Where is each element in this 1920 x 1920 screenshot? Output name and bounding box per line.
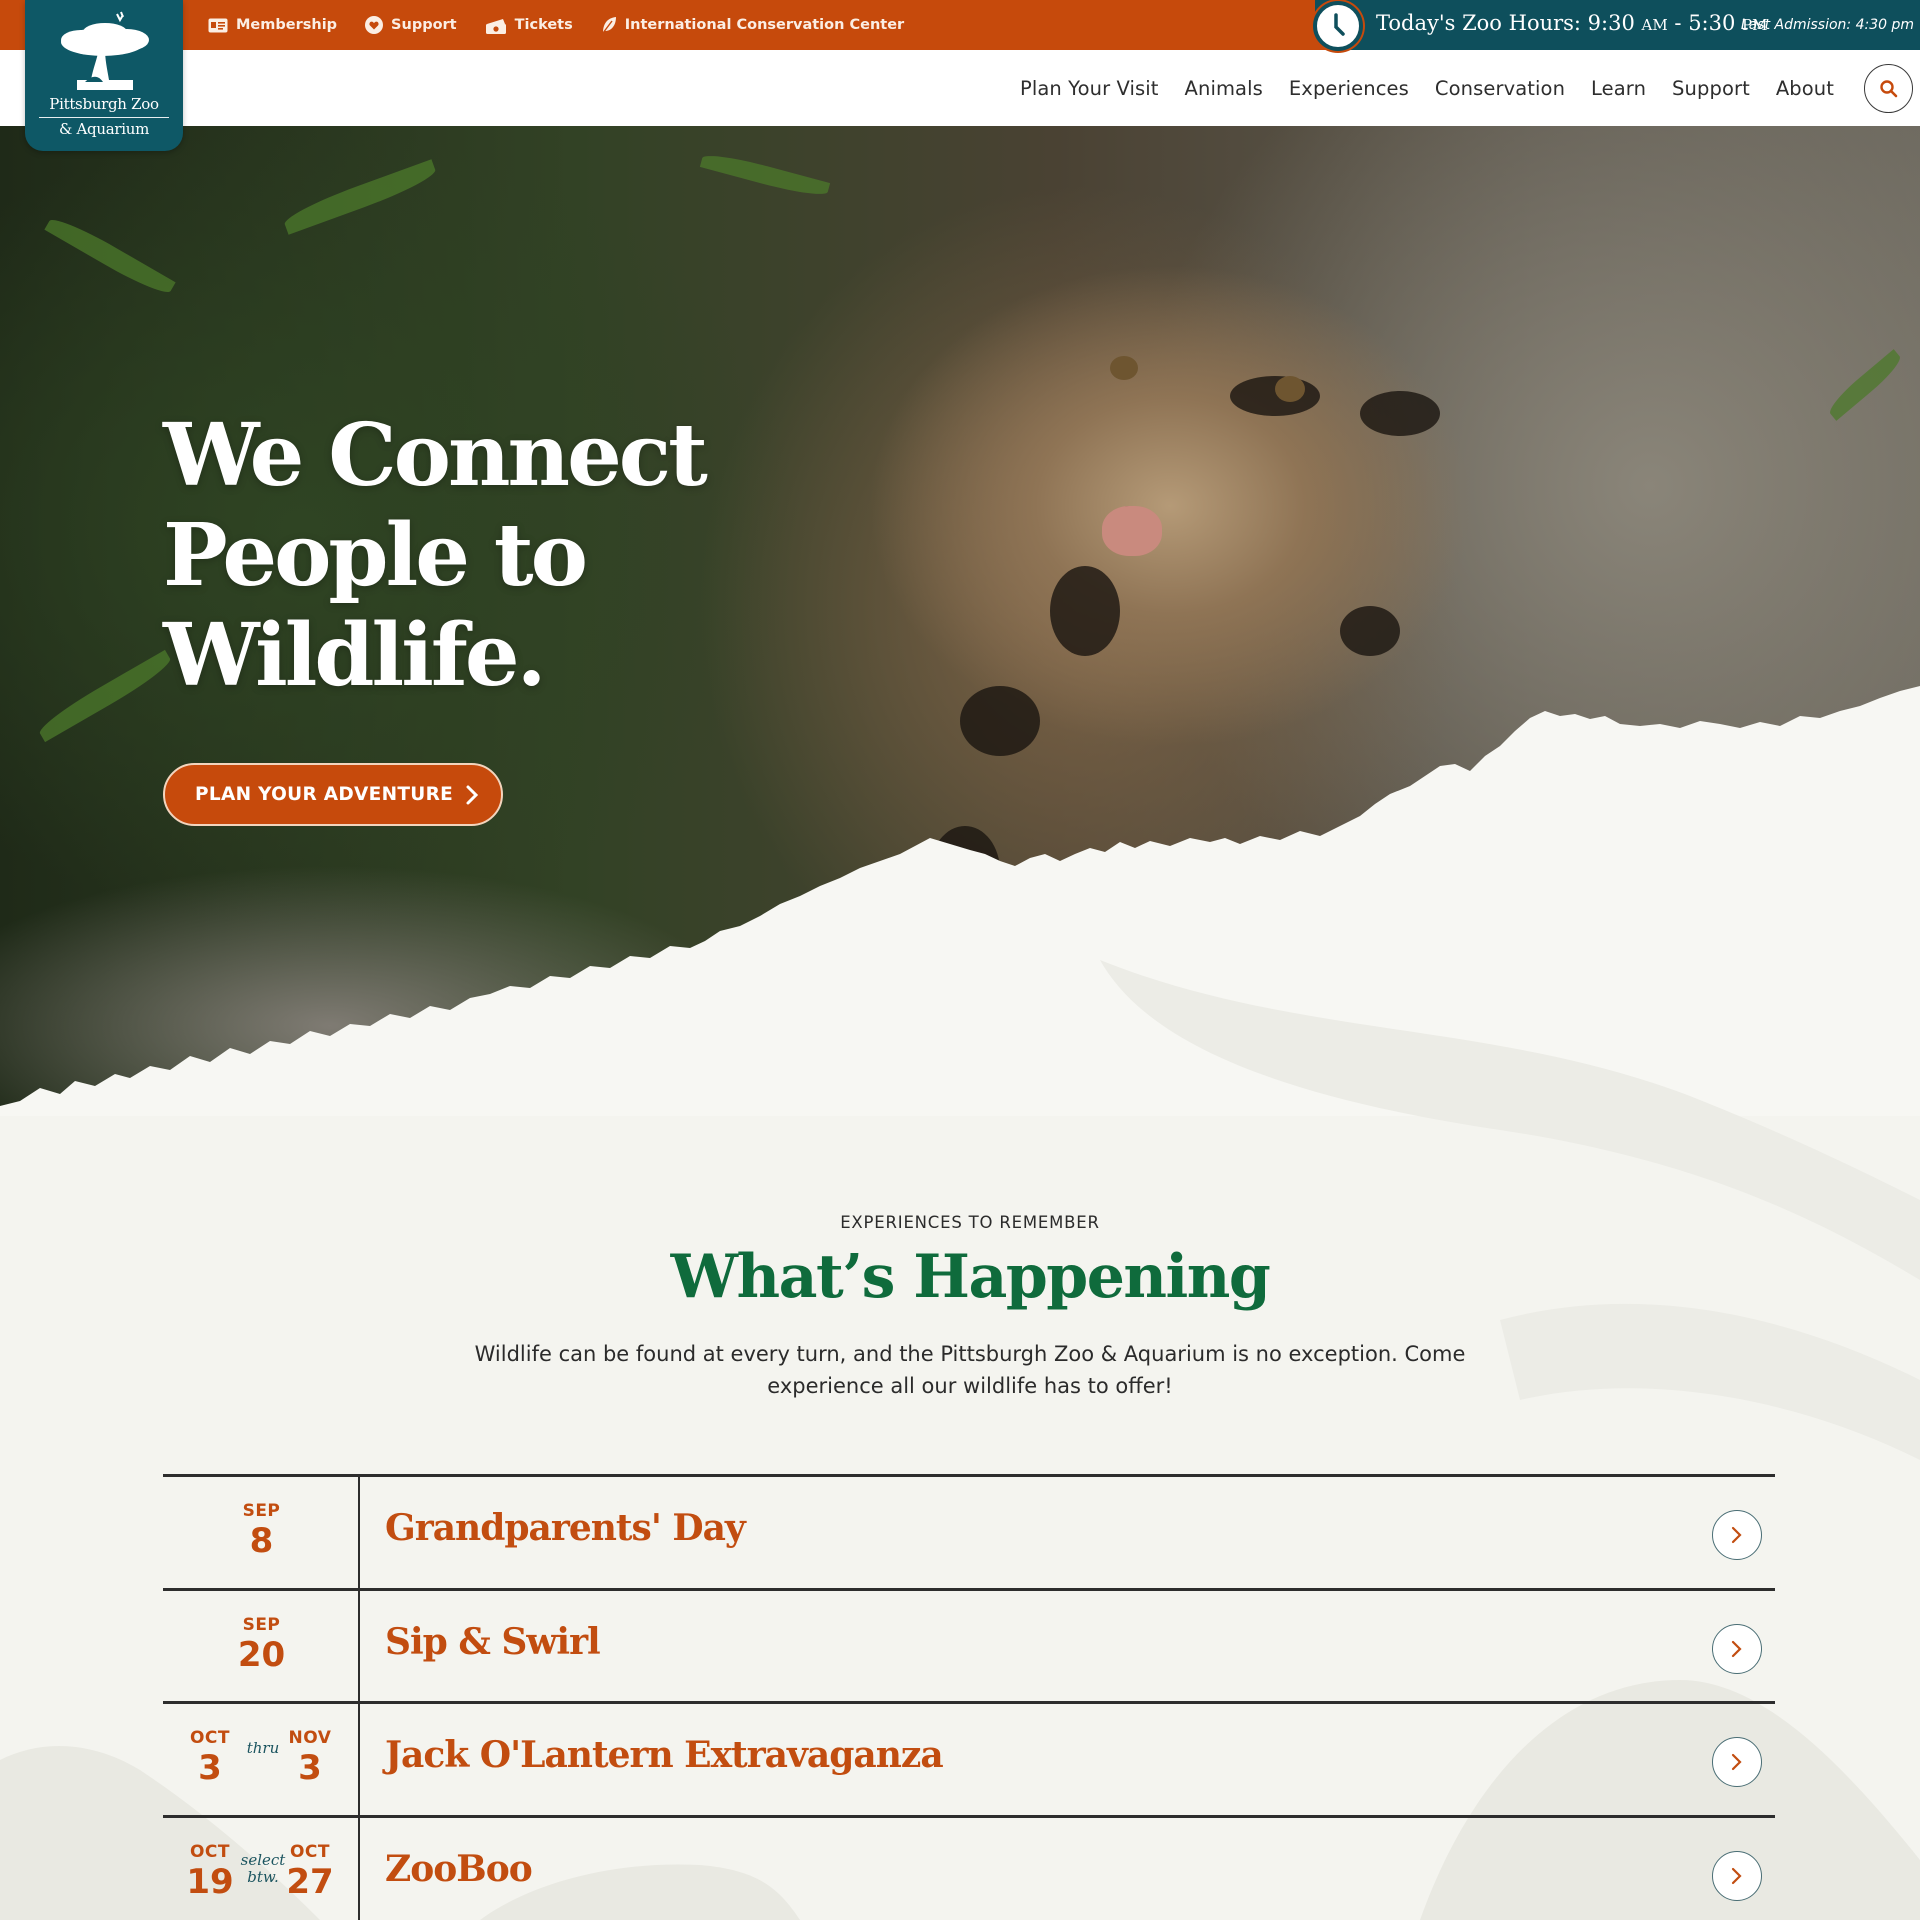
- leaf-icon: [602, 17, 616, 34]
- event-date-range: OCT 3 thru NOV 3: [163, 1728, 360, 1798]
- event-day: 3: [198, 1748, 222, 1788]
- ticket-icon: [485, 18, 506, 34]
- event-row[interactable]: OCT 3 thru NOV 3 Jack O'Lantern Extravag…: [163, 1701, 1775, 1815]
- hours-prefix: Today's Zoo Hours:: [1376, 11, 1588, 35]
- support-label: Support: [391, 17, 457, 33]
- event-day: 20: [237, 1634, 286, 1675]
- event-month: OCT: [289, 1841, 331, 1862]
- event-date: SEP 20: [163, 1590, 360, 1701]
- main-nav: Plan Your Visit Animals Experiences Cons…: [0, 50, 1920, 126]
- membership-label: Membership: [236, 17, 338, 33]
- last-admission: Last Admission: 4:30 pm: [1740, 17, 1914, 33]
- hours-open-ampm: AM: [1641, 16, 1668, 34]
- event-month: OCT: [189, 1728, 231, 1748]
- event-title[interactable]: Grandparents' Day: [385, 1507, 746, 1549]
- event-arrow-button[interactable]: [1712, 1623, 1762, 1674]
- event-row[interactable]: SEP 20 Sip & Swirl: [163, 1587, 1775, 1701]
- event-arrow-button[interactable]: [1712, 1850, 1762, 1901]
- event-date: SEP 8: [163, 1477, 360, 1588]
- event-date-range: OCT 19 select btw. OCT 27: [163, 1842, 360, 1912]
- logo-divider: [39, 117, 169, 118]
- event-date: OCT 3 thru NOV 3: [163, 1704, 360, 1815]
- logo-line-2: & Aquarium: [58, 120, 149, 138]
- nav-experiences[interactable]: Experiences: [1289, 77, 1409, 100]
- zoo-hours-text: Today's Zoo Hours: 9:30 AM - 5:30 PM: [1376, 11, 1768, 35]
- clock-icon: [1313, 1, 1363, 51]
- chevron-right-icon: [1731, 1753, 1742, 1771]
- conservation-center-label: International Conservation Center: [624, 17, 905, 33]
- nav-support[interactable]: Support: [1672, 77, 1750, 100]
- section-title: What’s Happening: [670, 1242, 1271, 1312]
- section-eyebrow: EXPERIENCES TO REMEMBER: [840, 1213, 1100, 1232]
- event-day: 27: [286, 1861, 334, 1902]
- hours-close: 5:30: [1688, 11, 1736, 35]
- event-date: OCT 19 select btw. OCT 27: [163, 1817, 360, 1920]
- nav-conservation[interactable]: Conservation: [1435, 77, 1565, 100]
- event-row[interactable]: OCT 19 select btw. OCT 27 ZooBoo: [163, 1814, 1775, 1920]
- nav-plan-your-visit[interactable]: Plan Your Visit: [1020, 77, 1159, 100]
- event-row[interactable]: SEP 8 Grandparents' Day: [163, 1474, 1775, 1588]
- event-end-date: NOV 3: [280, 1728, 340, 1788]
- event-title[interactable]: Sip & Swirl: [385, 1621, 601, 1663]
- chevron-right-icon: [1731, 1526, 1742, 1544]
- conservation-center-link[interactable]: International Conservation Center: [601, 16, 904, 34]
- membership-link[interactable]: Membership: [208, 17, 337, 33]
- event-month: SEP: [242, 1501, 281, 1521]
- hours-open: 9:30: [1587, 11, 1635, 35]
- logo-line-1: Pittsburgh Zoo: [49, 95, 159, 113]
- nav-about[interactable]: About: [1776, 77, 1834, 100]
- membership-card-icon: [208, 18, 228, 32]
- events-list: SEP 8 Grandparents' Day SEP 20 Sip & Swi…: [163, 1474, 1775, 1920]
- event-arrow-button[interactable]: [1712, 1737, 1762, 1787]
- event-month: NOV: [288, 1728, 332, 1748]
- tickets-link[interactable]: Tickets: [485, 17, 573, 34]
- event-arrow-button[interactable]: [1712, 1510, 1762, 1560]
- chevron-right-icon: [1731, 1867, 1742, 1884]
- nav-animals[interactable]: Animals: [1185, 77, 1263, 100]
- event-day: 19: [186, 1861, 234, 1902]
- event-day: 3: [298, 1748, 322, 1788]
- support-link[interactable]: Support: [365, 16, 457, 34]
- hours-separator: -: [1667, 11, 1689, 35]
- nav-learn[interactable]: Learn: [1591, 77, 1646, 100]
- event-month: OCT: [189, 1841, 231, 1862]
- event-start-date: OCT 19: [180, 1842, 240, 1902]
- event-month: SEP: [242, 1614, 281, 1635]
- search-button[interactable]: [1864, 64, 1913, 113]
- event-title[interactable]: Jack O'Lantern Extravaganza: [385, 1734, 944, 1776]
- chevron-right-icon: [1731, 1640, 1742, 1657]
- event-end-date: OCT 27: [280, 1842, 340, 1902]
- utility-links: Membership Support Tickets International…: [208, 0, 904, 50]
- event-title[interactable]: ZooBoo: [385, 1848, 533, 1890]
- search-icon: [1879, 79, 1897, 97]
- event-start-date: OCT 3: [180, 1728, 240, 1788]
- event-day: 8: [249, 1521, 274, 1561]
- tree-logo-icon: [61, 11, 149, 90]
- heart-icon: [365, 16, 384, 34]
- zoo-logo[interactable]: Pittsburgh Zoo & Aquarium: [25, 0, 183, 151]
- main-nav-items: Plan Your Visit Animals Experiences Cons…: [1020, 50, 1834, 126]
- tickets-label: Tickets: [514, 17, 573, 33]
- event-date-single: SEP 8: [163, 1501, 360, 1561]
- section-description: Wildlife can be found at every turn, and…: [474, 1342, 1466, 1398]
- event-date-single: SEP 20: [163, 1615, 360, 1675]
